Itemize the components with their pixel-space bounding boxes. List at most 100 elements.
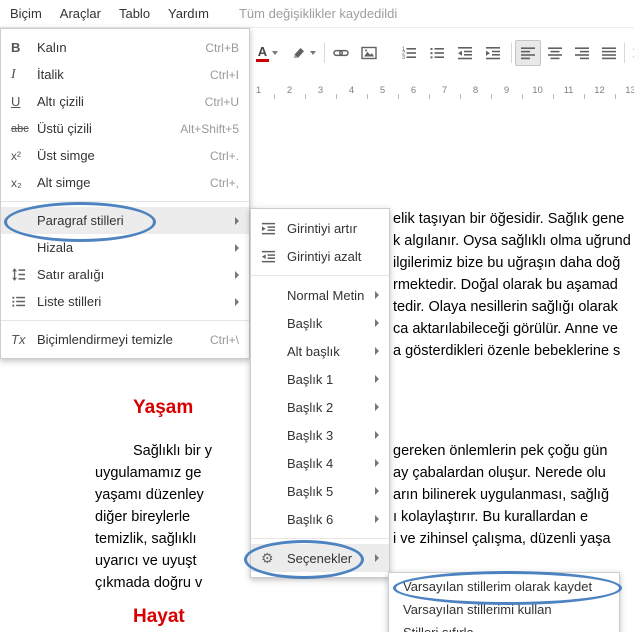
indent-decrease-button[interactable] — [452, 40, 478, 66]
doc-text-line: rmektedir. Doğal olarak bu aşamad — [393, 277, 618, 293]
align-right-button[interactable] — [569, 40, 595, 66]
submenu-arrow-icon — [375, 459, 379, 467]
doc-heading-yasam: Yaşam — [133, 397, 194, 418]
menu-item-girintiyi-artir[interactable]: Girintiyi artır — [251, 214, 389, 242]
menu-item-baslik[interactable]: Başlık — [251, 309, 389, 337]
submenu-arrow-icon — [375, 291, 379, 299]
menu-item-label: Başlık 3 — [287, 427, 334, 443]
toolbar-separator — [324, 43, 325, 63]
menu-item-baslik-6[interactable]: Başlık 6 — [251, 505, 389, 533]
format-menu: B Kalın Ctrl+B I İtalik Ctrl+I U Altı çi… — [0, 28, 250, 359]
menu-item-varsayilan-kullan[interactable]: Varsayılan stillerimi kullan — [389, 598, 619, 621]
menu-item-shortcut: Ctrl+I — [209, 67, 239, 82]
menu-separator — [251, 538, 389, 539]
indent-increase-icon — [261, 221, 287, 236]
menu-item-ustu-cizili[interactable]: abc Üstü çizili Alt+Shift+5 — [1, 115, 249, 142]
menu-tablo[interactable]: Tablo — [117, 2, 152, 25]
submenu-arrow-icon — [375, 319, 379, 327]
doc-text-line: Sağlıklı bir y — [133, 443, 212, 459]
menu-item-shortcut: Ctrl+. — [209, 148, 239, 163]
menu-item-alt-baslik[interactable]: Alt başlık — [251, 337, 389, 365]
menu-item-baslik-1[interactable]: Başlık 1 — [251, 365, 389, 393]
image-icon — [361, 45, 377, 61]
doc-heading-hayat: Hayat — [133, 606, 185, 627]
menu-item-ust-simge[interactable]: x² Üst simge Ctrl+. — [1, 142, 249, 169]
justify-button[interactable] — [596, 40, 622, 66]
indent-increase-icon — [485, 45, 501, 61]
strikethrough-icon: abc — [11, 122, 29, 135]
menu-item-label: Başlık 4 — [287, 455, 334, 471]
doc-text-line: uygulamamız ge — [95, 465, 202, 481]
menu-item-baslik-3[interactable]: Başlık 3 — [251, 421, 389, 449]
menu-item-label: Seçenekler — [287, 550, 353, 566]
menu-item-shortcut: Ctrl+B — [205, 40, 239, 55]
toolbar-separator — [511, 43, 512, 63]
subscript-icon: x₂ — [11, 175, 22, 190]
menu-item-label: Girintiyi azalt — [287, 248, 362, 264]
menu-item-label: Satır aralığı — [37, 267, 105, 282]
menu-item-normal-metin[interactable]: Normal Metin — [251, 281, 389, 309]
doc-text-line: yaşamı düzenley — [95, 487, 204, 503]
options-menu: Varsayılan stillerim olarak kaydet Varsa… — [388, 572, 620, 632]
doc-text-line: a gösterdikleri özenle bebeklerine s — [393, 343, 621, 359]
line-spacing-button[interactable] — [627, 40, 634, 66]
menu-item-shortcut: Ctrl+\ — [209, 332, 239, 347]
doc-text-line: gereken önlemlerin pek çoğu gün — [393, 443, 608, 459]
menu-item-stilleri-sifirla[interactable]: Stilleri sıfırla — [389, 621, 619, 632]
menu-separator — [1, 320, 249, 321]
menu-item-shortcut: Ctrl+, — [209, 175, 239, 190]
superscript-icon: x² — [11, 148, 21, 163]
doc-text-line: ı kolaylaştırır. Bu kurallardan e — [393, 509, 589, 525]
menu-item-label: Varsayılan stillerimi kullan — [403, 602, 552, 617]
menu-item-paragraf-stilleri[interactable]: Paragraf stilleri — [1, 207, 249, 234]
indent-increase-button[interactable] — [480, 40, 506, 66]
doc-text-line: elik taşıyan bir öğesidir. Sağlık gene — [393, 211, 625, 227]
numbered-list-button[interactable]: 123 — [396, 40, 422, 66]
menu-item-girintiyi-azalt[interactable]: Girintiyi azalt — [251, 242, 389, 270]
indent-decrease-icon — [261, 249, 287, 264]
menu-item-italik[interactable]: I İtalik Ctrl+I — [1, 61, 249, 88]
menu-bicim[interactable]: Biçim — [8, 2, 44, 25]
align-center-button[interactable] — [542, 40, 568, 66]
menu-item-label: Varsayılan stillerim olarak kaydet — [403, 579, 593, 594]
menu-araclar[interactable]: Araçlar — [58, 2, 103, 25]
menu-item-kalin[interactable]: B Kalın Ctrl+B — [1, 34, 249, 61]
underline-icon: U — [11, 94, 21, 109]
menu-item-baslik-4[interactable]: Başlık 4 — [251, 449, 389, 477]
submenu-arrow-icon — [375, 487, 379, 495]
menu-item-secenekler[interactable]: ⚙ Seçenekler — [251, 544, 389, 572]
menu-item-alti-cizili[interactable]: U Altı çizili Ctrl+U — [1, 88, 249, 115]
text-color-button[interactable]: A — [250, 40, 284, 66]
doc-text-line: ay çabalardan oluşur. Nerede olu — [393, 465, 606, 481]
menu-item-alt-simge[interactable]: x₂ Alt simge Ctrl+, — [1, 169, 249, 196]
chevron-down-icon — [272, 51, 278, 55]
menu-item-bicimlendirmeyi-temizle[interactable]: Tx Biçimlendirmeyi temizle Ctrl+\ — [1, 326, 249, 353]
highlight-icon — [291, 45, 307, 61]
doc-text-line: k algılanır. Oysa sağlıklı olma uğrund — [393, 233, 631, 249]
menu-item-varsayilan-kaydet[interactable]: Varsayılan stillerim olarak kaydet — [389, 575, 619, 598]
svg-text:3: 3 — [402, 55, 405, 61]
align-left-icon — [520, 45, 536, 61]
menu-item-label: Girintiyi artır — [287, 220, 358, 236]
menu-item-label: Alt başlık — [287, 343, 340, 359]
doc-text-line: temizlik, sağlıklı — [95, 531, 197, 547]
menu-item-hizala[interactable]: Hizala — [1, 234, 249, 261]
bulleted-list-button[interactable] — [424, 40, 450, 66]
menu-item-baslik-2[interactable]: Başlık 2 — [251, 393, 389, 421]
justify-icon — [601, 45, 617, 61]
doc-text-line: ca aktarılabileceği görülür. Anne ve — [393, 321, 618, 337]
menu-item-satir-araligi[interactable]: Satır aralığı — [1, 261, 249, 288]
save-status-text[interactable]: Tüm değişiklikler kaydedildi — [239, 6, 397, 21]
line-spacing-icon — [11, 267, 37, 282]
menu-yardim[interactable]: Yardım — [166, 2, 211, 25]
highlight-color-button[interactable] — [286, 40, 320, 66]
insert-image-button[interactable] — [356, 40, 382, 66]
align-left-button[interactable] — [515, 40, 541, 66]
menu-item-label: Liste stilleri — [37, 294, 102, 309]
insert-link-button[interactable] — [328, 40, 354, 66]
menu-bar: Biçim Araçlar Tablo Yardım Tüm değişikli… — [0, 0, 634, 28]
menu-item-shortcut: Ctrl+U — [204, 94, 239, 109]
menu-item-liste-stilleri[interactable]: Liste stilleri — [1, 288, 249, 315]
submenu-arrow-icon — [375, 347, 379, 355]
menu-item-baslik-5[interactable]: Başlık 5 — [251, 477, 389, 505]
